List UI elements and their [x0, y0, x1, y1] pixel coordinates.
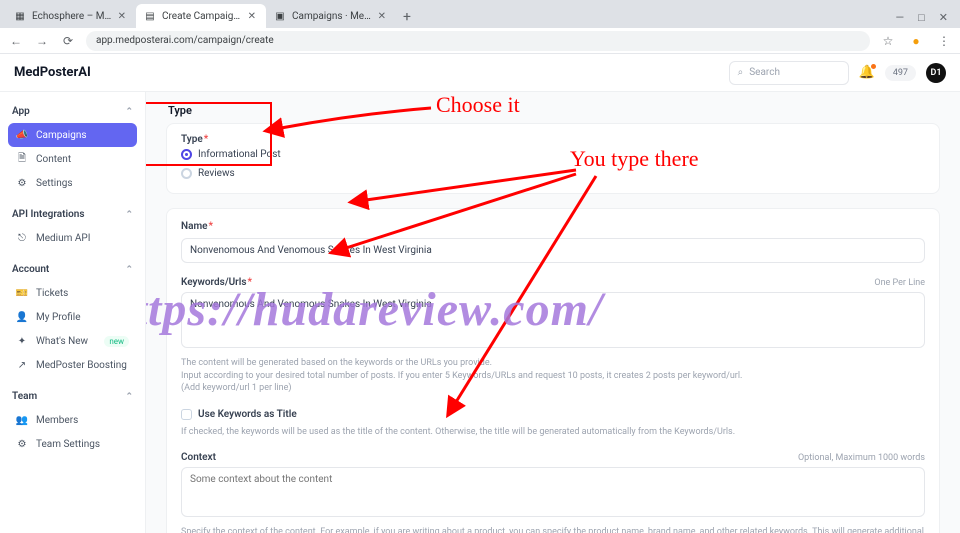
user-icon: 👤: [16, 311, 28, 323]
chevron-up-icon: ⌃: [125, 265, 133, 275]
radio-informational-post[interactable]: Informational Post: [181, 145, 925, 164]
sidebar-section-app[interactable]: App⌃: [8, 100, 137, 123]
tab-favicon-icon: ▦: [14, 10, 26, 22]
sidebar-item-medium-api[interactable]: ⎋Medium API: [8, 226, 137, 250]
maximize-button[interactable]: □: [918, 11, 925, 24]
brand-logo[interactable]: MedPosterAI: [14, 65, 91, 80]
radio-selected-icon: [181, 149, 192, 160]
sidebar-item-profile[interactable]: 👤My Profile: [8, 305, 137, 329]
keywords-textarea[interactable]: [181, 292, 925, 348]
sidebar-item-campaigns[interactable]: 📣Campaigns: [8, 123, 137, 147]
sidebar-item-tickets[interactable]: 🎫Tickets: [8, 281, 137, 305]
type-card: Type Informational Post Reviews: [166, 123, 940, 194]
sidebar-section-account[interactable]: Account⌃: [8, 258, 137, 281]
new-tab-button[interactable]: +: [396, 6, 418, 28]
sidebar-section-api[interactable]: API Integrations⌃: [8, 203, 137, 226]
context-help: Specify the context of the content. For …: [181, 526, 925, 533]
browser-toolbar: ← → ⟳ app.medposterai.com/campaign/creat…: [0, 28, 960, 54]
address-bar[interactable]: app.medposterai.com/campaign/create: [86, 31, 870, 51]
sidebar-item-team-settings[interactable]: ⚙Team Settings: [8, 432, 137, 456]
context-label: Context: [181, 452, 216, 463]
users-icon: 👥: [16, 414, 28, 426]
rocket-icon: ↗: [16, 359, 28, 371]
use-keywords-help: If checked, the keywords will be used as…: [181, 426, 925, 439]
app-header: MedPosterAI ⌕ Search 🔔 497 D1: [0, 54, 960, 92]
browser-tab-3[interactable]: ▣ Campaigns · MedPoster Boost ✕: [266, 4, 396, 28]
document-icon: 🗎: [16, 153, 28, 165]
tab-title: Echosphere – Medium: [32, 11, 112, 22]
name-card: Name Keywords/Urls One Per Line The cont…: [166, 208, 940, 533]
name-label: Name: [181, 221, 925, 232]
close-tab-icon[interactable]: ✕: [248, 11, 256, 22]
sidebar-section-team[interactable]: Team⌃: [8, 385, 137, 408]
menu-icon[interactable]: ⋮: [936, 33, 952, 49]
chevron-up-icon: ⌃: [125, 107, 133, 117]
gear-icon: ⚙: [16, 438, 28, 450]
reload-icon[interactable]: ⟳: [60, 33, 76, 49]
sidebar-item-content[interactable]: 🗎Content: [8, 147, 137, 171]
sidebar-item-whats-new[interactable]: ✦What's Newnew: [8, 329, 137, 353]
tab-title: Create Campaign - MedPoster: [162, 11, 242, 22]
gear-icon: ⚙: [16, 177, 28, 189]
tab-favicon-icon: ▣: [274, 10, 286, 22]
keywords-label: Keywords/Urls: [181, 277, 252, 288]
close-window-button[interactable]: ✕: [939, 11, 948, 24]
chevron-up-icon: ⌃: [125, 210, 133, 220]
search-icon: ⌕: [738, 67, 744, 78]
browser-tab-1[interactable]: ▦ Echosphere – Medium ✕: [6, 4, 136, 28]
tab-favicon-icon: ▤: [144, 10, 156, 22]
keywords-help-3: (Add keyword/url 1 per line): [181, 382, 925, 395]
context-textarea[interactable]: [181, 467, 925, 517]
keywords-help-1: The content will be generated based on t…: [181, 357, 925, 370]
sparkle-icon: ✦: [16, 335, 28, 347]
keywords-help-2: Input according to your desired total nu…: [181, 370, 925, 383]
browser-tab-2[interactable]: ▤ Create Campaign - MedPoster ✕: [136, 4, 266, 28]
sidebar-item-members[interactable]: 👥Members: [8, 408, 137, 432]
checkbox-empty-icon: [181, 409, 192, 420]
forward-icon[interactable]: →: [34, 33, 50, 49]
context-hint: Optional, Maximum 1000 words: [798, 453, 925, 463]
plug-icon: ⎋: [16, 232, 28, 244]
use-keywords-as-title-checkbox[interactable]: Use Keywords as Title: [181, 405, 925, 420]
sidebar-item-settings[interactable]: ⚙Settings: [8, 171, 137, 195]
url-text: app.medposterai.com/campaign/create: [96, 35, 274, 46]
sidebar: App⌃ 📣Campaigns 🗎Content ⚙Settings API I…: [0, 92, 146, 533]
tab-title: Campaigns · MedPoster Boost: [292, 11, 372, 22]
main-content: Type Type Informational Post Reviews Nam…: [146, 92, 960, 533]
credits-badge[interactable]: 497: [885, 65, 916, 81]
extension-icon[interactable]: ☆: [880, 33, 896, 49]
window-controls: — □ ✕: [890, 7, 954, 28]
type-label: Type: [181, 134, 925, 145]
name-input[interactable]: [181, 238, 925, 263]
avatar[interactable]: D1: [926, 63, 946, 83]
search-placeholder: Search: [749, 67, 780, 78]
ticket-icon: 🎫: [16, 287, 28, 299]
close-tab-icon[interactable]: ✕: [378, 11, 386, 22]
search-input[interactable]: ⌕ Search: [729, 61, 849, 85]
minimize-button[interactable]: —: [896, 11, 905, 24]
new-badge: new: [104, 336, 129, 347]
type-section-heading: Type: [168, 104, 940, 117]
radio-reviews[interactable]: Reviews: [181, 164, 925, 183]
profile-icon[interactable]: ●: [908, 33, 924, 49]
browser-tab-bar: ▦ Echosphere – Medium ✕ ▤ Create Campaig…: [0, 0, 960, 28]
radio-unselected-icon: [181, 168, 192, 179]
notifications-icon[interactable]: 🔔: [859, 65, 875, 80]
sidebar-item-boosting[interactable]: ↗MedPoster Boosting: [8, 353, 137, 377]
keywords-hint: One Per Line: [874, 278, 925, 288]
close-tab-icon[interactable]: ✕: [118, 11, 126, 22]
megaphone-icon: 📣: [16, 129, 28, 141]
back-icon[interactable]: ←: [8, 33, 24, 49]
chevron-up-icon: ⌃: [125, 392, 133, 402]
